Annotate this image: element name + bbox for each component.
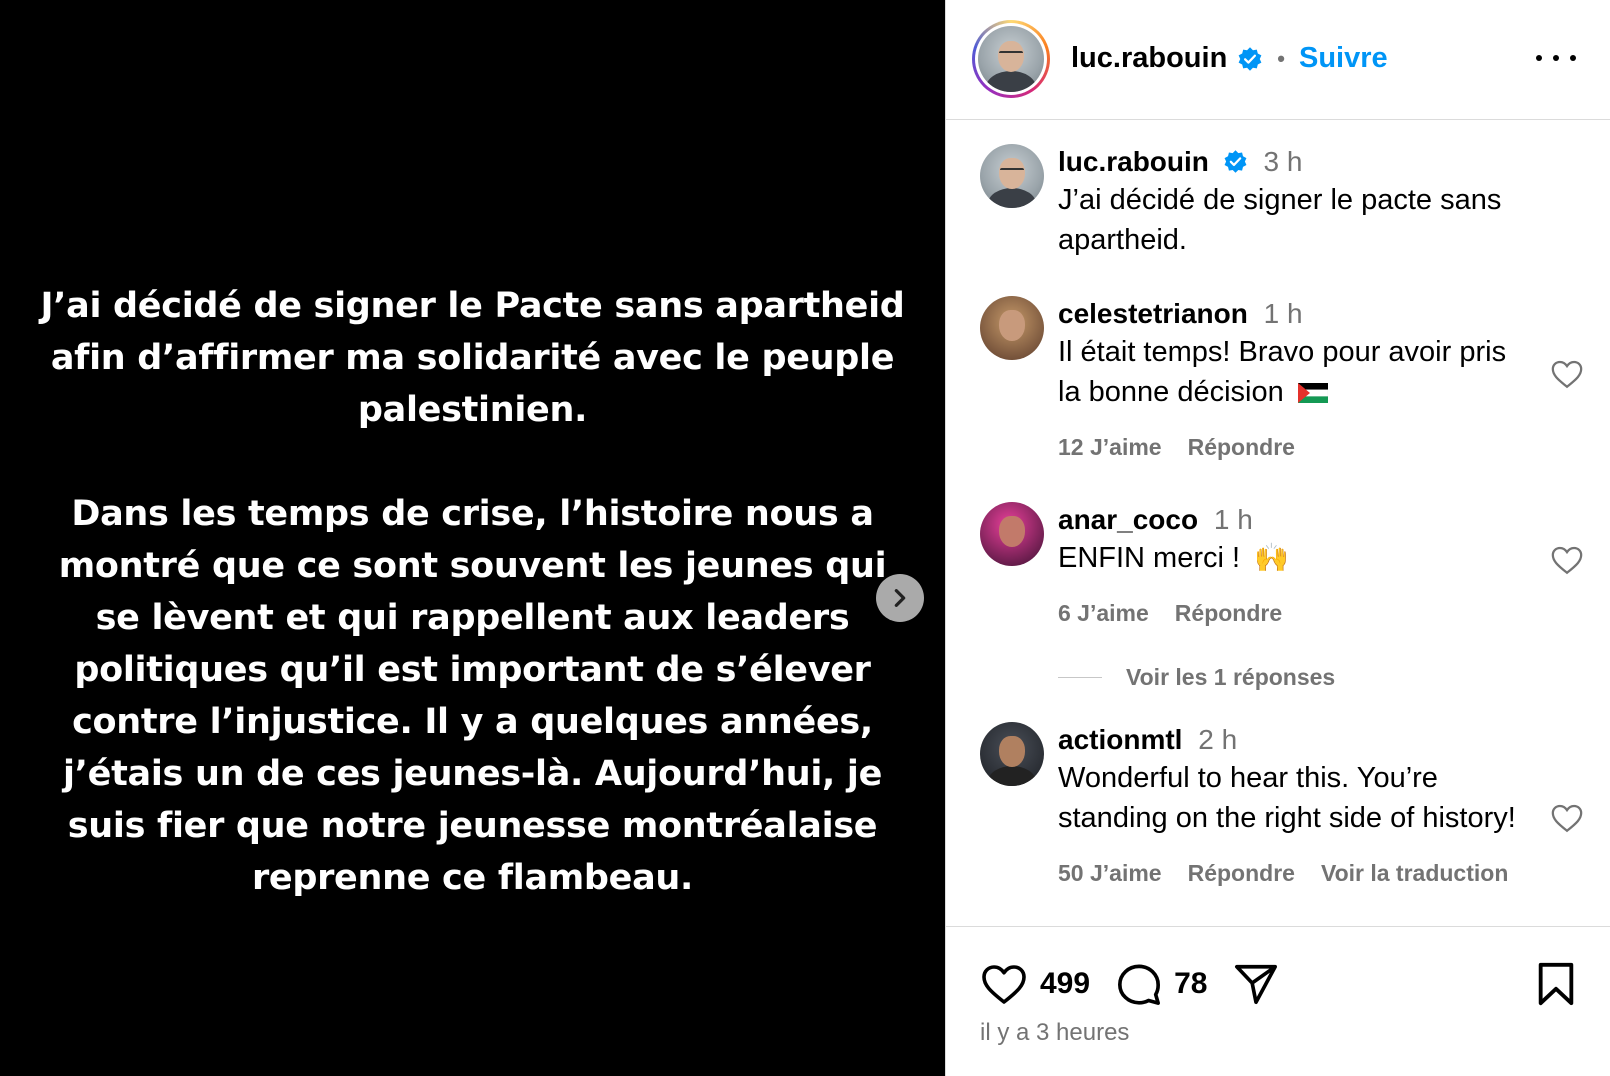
avatar: [978, 26, 1044, 92]
author-avatar-story-ring[interactable]: [972, 20, 1050, 98]
comments-count: 78: [1174, 967, 1208, 1000]
comment-username[interactable]: anar_coco: [1058, 504, 1198, 535]
raising-hands-emoji: 🙌: [1254, 541, 1289, 574]
comment-reply-button[interactable]: Répondre: [1188, 860, 1295, 887]
comment-item: anar_coco 1 h ENFIN merci ! 🙌 6 J’aime R…: [980, 502, 1590, 627]
comment-like-heart-icon[interactable]: [1550, 358, 1584, 390]
send-icon: [1235, 964, 1278, 1005]
more-dot-icon: [1553, 55, 1559, 61]
comment-like-heart-icon[interactable]: [1550, 544, 1584, 576]
follow-button[interactable]: Suivre: [1299, 42, 1388, 75]
comment-time: 1 h: [1213, 504, 1253, 535]
post-media: J’ai décidé de signer le Pacte sans apar…: [0, 0, 945, 1076]
post-text-paragraph-2: Dans les temps de crise, l’histoire nous…: [58, 494, 887, 898]
comment-like-count[interactable]: 6 J’aime: [1058, 600, 1149, 627]
heart-icon: [982, 965, 1026, 1004]
comment-item: celestetrianon 1 h Il était temps! Bravo…: [980, 296, 1590, 461]
separator-dot: •: [1277, 45, 1285, 71]
comment-bubble-icon: [1118, 964, 1161, 1005]
comment-text: Il était temps! Bravo pour avoir pris la…: [1058, 336, 1507, 408]
caption-text: J’ai décidé de signer le pacte sans apar…: [1058, 184, 1502, 256]
avatar[interactable]: [980, 722, 1044, 786]
comment-text: ENFIN merci !: [1058, 542, 1241, 574]
bookmark-icon[interactable]: [1536, 961, 1576, 1007]
comment-button[interactable]: 78: [1116, 961, 1207, 1007]
post-header: luc.rabouin • Suivre: [946, 0, 1610, 120]
post-text-paragraph-1: J’ai décidé de signer le Pacte sans apar…: [40, 286, 905, 430]
more-options-button[interactable]: [1536, 46, 1576, 70]
post-actions-bar: 499 78 il y a 3 heures: [946, 926, 1610, 1076]
comment-text: Wonderful to hear this. You’re standing …: [1058, 762, 1516, 834]
caption-username[interactable]: luc.rabouin: [1058, 146, 1209, 177]
comment-like-heart-icon[interactable]: [1550, 802, 1584, 834]
next-slide-button[interactable]: [876, 574, 924, 622]
comment-username[interactable]: celestetrianon: [1058, 298, 1248, 329]
replies-divider: [1058, 677, 1102, 678]
avatar[interactable]: [980, 296, 1044, 360]
avatar[interactable]: [980, 144, 1044, 208]
chevron-right-icon: [894, 589, 906, 607]
comment-reply-button[interactable]: Répondre: [1175, 600, 1282, 627]
post-timestamp: il y a 3 heures: [980, 1019, 1130, 1046]
comment-item: actionmtl 2 h Wonderful to hear this. Yo…: [980, 722, 1590, 887]
header-username[interactable]: luc.rabouin: [1071, 42, 1227, 75]
comments-list[interactable]: luc.rabouin 3 h J’ai décidé de signer le…: [946, 120, 1610, 926]
avatar[interactable]: [980, 502, 1044, 566]
view-replies-label: Voir les 1 réponses: [1126, 664, 1336, 690]
comment-like-count[interactable]: 12 J’aime: [1058, 434, 1162, 461]
see-translation-button[interactable]: Voir la traduction: [1321, 860, 1508, 887]
verified-badge-icon: [1224, 150, 1247, 173]
comment-time: 2 h: [1198, 724, 1238, 755]
header-user-info: luc.rabouin • Suivre: [1071, 42, 1388, 75]
caption: luc.rabouin 3 h J’ai décidé de signer le…: [980, 144, 1590, 260]
like-button[interactable]: 499: [980, 962, 1090, 1006]
likes-count: 499: [1040, 967, 1091, 1000]
palestine-flag-icon: [1297, 383, 1328, 404]
verified-badge-icon: [1238, 46, 1262, 71]
post-image-text: J’ai décidé de signer le Pacte sans apar…: [40, 280, 905, 904]
comment-username[interactable]: actionmtl: [1058, 724, 1182, 755]
comment-like-count[interactable]: 50 J’aime: [1058, 860, 1162, 887]
view-replies-button[interactable]: Voir les 1 réponses: [1058, 664, 1335, 691]
post-side-panel: luc.rabouin • Suivre luc.rabouin 3 h J’a…: [945, 0, 1610, 1076]
comment-reply-button[interactable]: Répondre: [1188, 434, 1295, 461]
comment-time: 1 h: [1263, 298, 1303, 329]
post-view: J’ai décidé de signer le Pacte sans apar…: [0, 0, 1610, 1076]
share-button[interactable]: [1233, 961, 1279, 1007]
more-dot-icon: [1570, 55, 1576, 61]
caption-time: 3 h: [1263, 146, 1303, 177]
more-dot-icon: [1536, 55, 1542, 61]
